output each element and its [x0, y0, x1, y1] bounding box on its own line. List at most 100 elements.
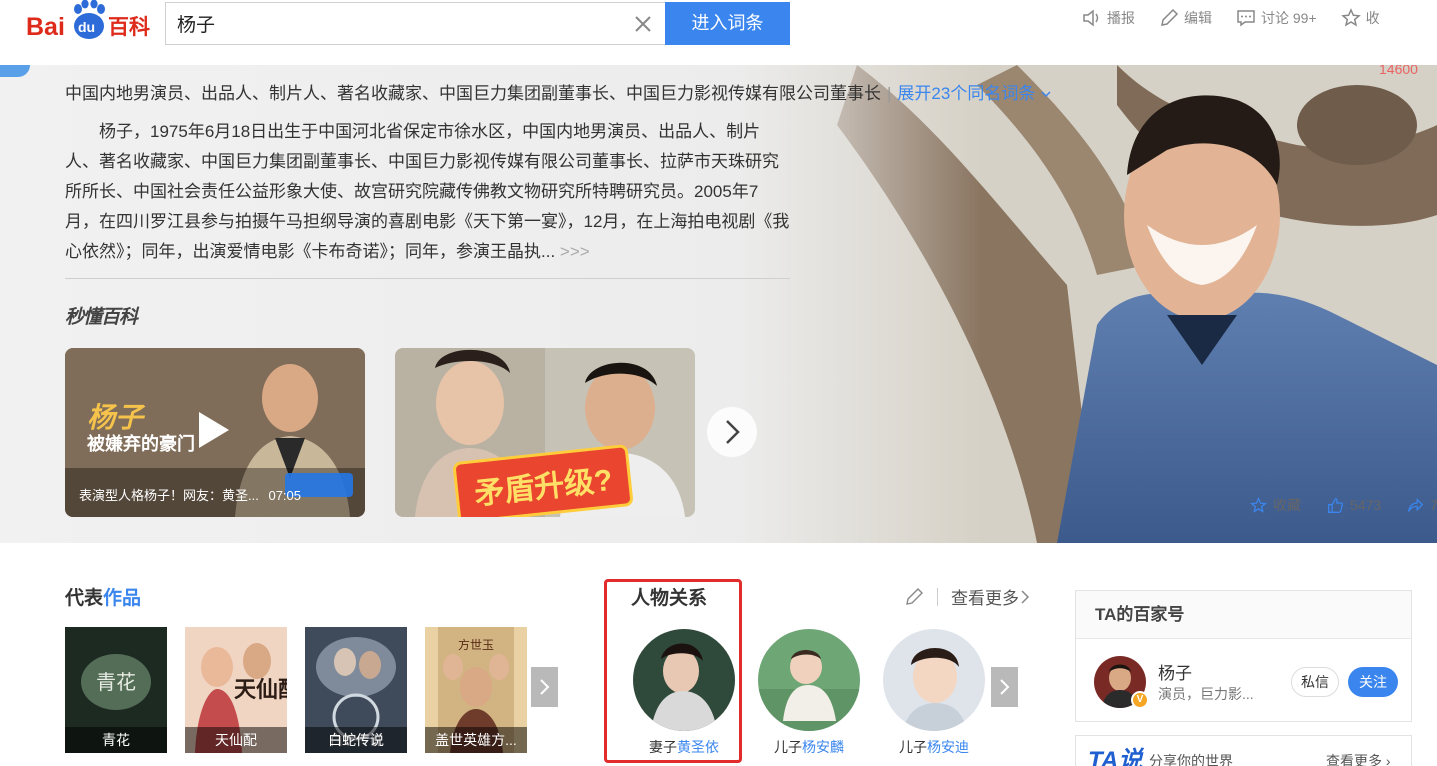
top-bar: Bai du 百科 进入词条 播报: [0, 0, 1437, 65]
relation-avatar-wife: [633, 629, 735, 731]
broadcast-label: 播报: [1107, 10, 1135, 26]
same-name-entries-link[interactable]: 展开23个同名词条: [897, 84, 1052, 103]
video-carousel-next[interactable]: [707, 407, 757, 457]
relations-view-more[interactable]: 查看更多: [951, 584, 1019, 609]
work-label-fangshiyu: 盖世英雄方...: [425, 727, 527, 753]
follow-button[interactable]: 关注: [1348, 667, 1398, 697]
relation-type: 儿子: [899, 739, 927, 755]
ta-shuo-more-label: 查看更多: [1326, 753, 1382, 766]
relation-label-son-1: 儿子杨安麟: [739, 737, 879, 757]
broadcast-action[interactable]: 播报: [1082, 8, 1135, 28]
avatar: [633, 629, 735, 731]
favorite-label: 收藏: [1273, 497, 1301, 513]
works-title-prefix: 代表: [65, 588, 104, 609]
favorite-action[interactable]: 收藏: [1250, 495, 1301, 515]
star-outline-icon: [1250, 496, 1267, 513]
ta-shuo-subtitle: 分享你的世界: [1149, 753, 1233, 766]
svg-text:百科: 百科: [108, 15, 150, 39]
play-icon[interactable]: [195, 410, 231, 450]
relation-person-son-2[interactable]: 儿子杨安迪: [864, 629, 1004, 757]
same-name-label: 展开23个同名词条: [897, 84, 1036, 103]
summary-separator: |: [887, 84, 892, 103]
svg-text:du: du: [78, 19, 95, 35]
ta-shuo-logo: TA说: [1088, 747, 1143, 766]
relation-label-wife: 妻子黄圣依: [614, 737, 754, 757]
relation-name[interactable]: 杨安迪: [927, 739, 969, 755]
relation-avatar-son-1: [758, 629, 860, 731]
share-count: 7: [1430, 497, 1437, 513]
video-1-title: 表演型人格杨子！网友：黄圣... 07:05: [79, 485, 301, 504]
video-1-title-text: 表演型人格杨子！网友：黄圣...: [79, 488, 259, 503]
video-card-2[interactable]: 矛盾升级?: [395, 348, 695, 517]
edit-label: 编辑: [1184, 10, 1212, 26]
miaodong-baike-logo[interactable]: 秒懂百科: [65, 302, 138, 329]
relations-tools-divider: [937, 587, 938, 606]
work-item-qinghua[interactable]: 青花 青花: [65, 627, 167, 753]
hero-actions: 收藏 5473 7: [1250, 495, 1437, 515]
relation-person-wife[interactable]: 妻子黄圣依: [614, 629, 754, 757]
baidu-baike-logo[interactable]: Bai du 百科: [26, 0, 156, 45]
private-message-button[interactable]: 私信: [1291, 667, 1339, 697]
edit-action[interactable]: 编辑: [1159, 8, 1212, 28]
relations-tools: 查看更多: [904, 584, 1031, 609]
chevron-right-icon: [726, 420, 740, 444]
discuss-label: 讨论 99+: [1261, 10, 1317, 26]
clear-icon[interactable]: [633, 14, 653, 34]
work-item-tianxianpei[interactable]: 天仙配 天仙配: [185, 627, 287, 753]
hero-divider: [65, 278, 790, 279]
relation-name[interactable]: 黄圣依: [677, 739, 719, 755]
relation-type: 妻子: [649, 739, 677, 755]
svg-text:Bai: Bai: [26, 13, 65, 41]
baijiahao-card: TA的百家号 V 杨子 演员，巨力影... 私信 关注: [1075, 590, 1412, 722]
enter-entry-button[interactable]: 进入词条: [665, 2, 790, 45]
relation-type: 儿子: [774, 739, 802, 755]
avatar: [758, 629, 860, 731]
baijiahao-name[interactable]: 杨子: [1158, 659, 1192, 684]
baijiahao-desc: 演员，巨力影...: [1158, 686, 1254, 702]
description-text: 杨子，1975年6月18日出生于中国河北省保定市徐水区，中国内地男演员、出品人、…: [65, 122, 790, 261]
relation-avatar-son-2: [883, 629, 985, 731]
share-action[interactable]: 7: [1407, 497, 1437, 514]
work-label-tianxianpei: 天仙配: [185, 727, 287, 753]
work-poster-tianxianpei-text: 天仙配: [234, 677, 287, 703]
work-item-baishe[interactable]: 白蛇传说 白蛇传说: [305, 627, 407, 753]
ta-shuo-view-more[interactable]: 查看更多 ›: [1326, 751, 1391, 766]
hero-blue-corner: [0, 65, 30, 77]
hero-count: 14600: [1379, 65, 1418, 77]
work-label-qinghua: 青花: [65, 727, 167, 753]
summary-text: 中国内地男演员、出品人、制片人、著名收藏家、中国巨力集团副董事长、中国巨力影视传…: [65, 84, 881, 103]
baidu-baike-logo-graphic: Bai du 百科: [26, 0, 150, 41]
works-title-accent: 作品: [103, 588, 142, 609]
relations-next-button[interactable]: [991, 667, 1018, 707]
baijiahao-title: TA的百家号: [1076, 591, 1411, 639]
edit-pencil-icon[interactable]: [904, 587, 924, 607]
relation-person-son-1[interactable]: 儿子杨安麟: [739, 629, 879, 757]
video-1-duration: 07:05: [268, 488, 302, 503]
description-more-link[interactable]: >>>: [560, 242, 590, 261]
chevron-right-icon: [1000, 679, 1010, 695]
chevron-right-icon: [1021, 589, 1030, 604]
work-poster-qinghua-text: 青花: [96, 670, 136, 694]
entry-summary: 中国内地男演员、出品人、制片人、著名收藏家、中国巨力集团副董事长、中国巨力影视传…: [65, 79, 1052, 104]
relations-title: 人物关系: [631, 588, 708, 609]
edit-pencil-icon: [1161, 8, 1179, 26]
works-next-button[interactable]: [531, 667, 558, 707]
work-item-fangshiyu[interactable]: 方世玉 盖世英雄方...: [425, 627, 527, 753]
chevron-right-icon: [540, 679, 550, 695]
discuss-action[interactable]: 讨论 99+: [1236, 8, 1317, 28]
verified-badge-icon: V: [1131, 691, 1149, 709]
search-box: [165, 2, 665, 45]
entry-description: 杨子，1975年6月18日出生于中国河北省保定市徐水区，中国内地男演员、出品人、…: [65, 117, 790, 267]
search-input[interactable]: [166, 3, 606, 44]
portrait-image: [737, 65, 1437, 543]
description-ellipsis: ...: [541, 242, 556, 261]
work-label-baishe: 白蛇传说: [305, 727, 407, 753]
works-title: 代表作品: [65, 583, 141, 610]
video-card-1[interactable]: 杨子 被嫌弃的豪门 表演型人格杨子！网友：黄圣... 07:05: [65, 348, 365, 517]
like-action[interactable]: 5473: [1327, 497, 1381, 514]
relation-name[interactable]: 杨安麟: [802, 739, 844, 755]
like-count: 5473: [1350, 497, 1382, 513]
comment-icon: [1237, 10, 1255, 27]
collect-action[interactable]: 收: [1340, 8, 1380, 28]
work-poster-fangshiyu-text: 方世玉: [458, 637, 494, 652]
